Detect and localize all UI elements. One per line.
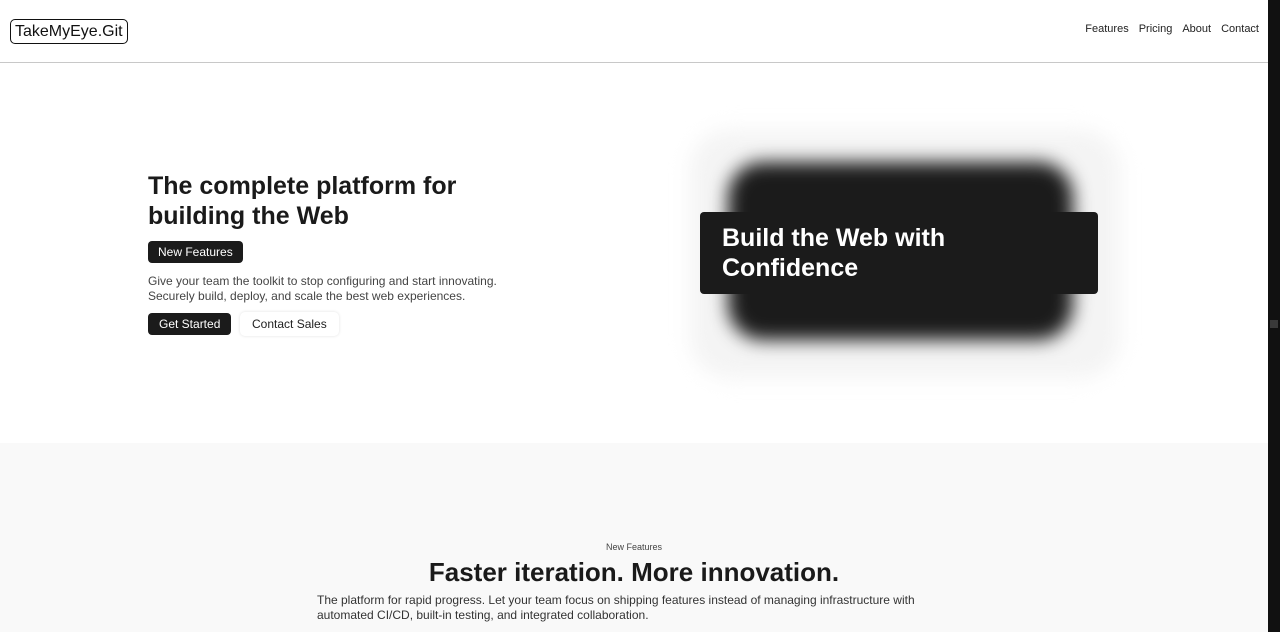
new-features-badge: New Features (148, 241, 243, 263)
nav-link-about[interactable]: About (1182, 23, 1211, 35)
hero-description-line-1: Give your team the toolkit to stop confi… (148, 274, 497, 288)
features-description-line-1: The platform for rapid progress. Let you… (317, 593, 915, 607)
get-started-button[interactable]: Get Started (148, 313, 232, 335)
nav-link-features[interactable]: Features (1085, 23, 1128, 35)
features-description-line-2: automated CI/CD, built-in testing, and i… (317, 607, 649, 622)
hero-description-line-2: Securely build, deploy, and scale the be… (148, 288, 466, 303)
scrollbar-thumb[interactable] (1270, 320, 1278, 328)
features-description: The platform for rapid progress. Let you… (317, 593, 937, 622)
site-logo[interactable]: TakeMyEye.Git (10, 19, 128, 44)
site-header: TakeMyEye.Git Features Pricing About Con… (0, 0, 1268, 63)
hero-title: The complete platform for building the W… (148, 172, 457, 230)
visual-card-line-1: Build the Web with (722, 224, 946, 252)
page: TakeMyEye.Git Features Pricing About Con… (0, 0, 1268, 632)
features-title: Faster iteration. More innovation. (428, 557, 840, 587)
nav-link-pricing[interactable]: Pricing (1139, 23, 1173, 35)
features-eyebrow: New Features (605, 542, 663, 552)
hero-visual-card: Build the Web with Confidence (700, 212, 1098, 294)
window-scrollbar[interactable] (1268, 0, 1280, 632)
visual-card-line-2: Confidence (722, 254, 859, 282)
contact-sales-button[interactable]: Contact Sales (240, 312, 339, 336)
nav-link-contact[interactable]: Contact (1221, 23, 1259, 35)
main-nav: Features Pricing About Contact (1085, 23, 1259, 35)
hero-description: Give your team the toolkit to stop confi… (148, 274, 528, 303)
